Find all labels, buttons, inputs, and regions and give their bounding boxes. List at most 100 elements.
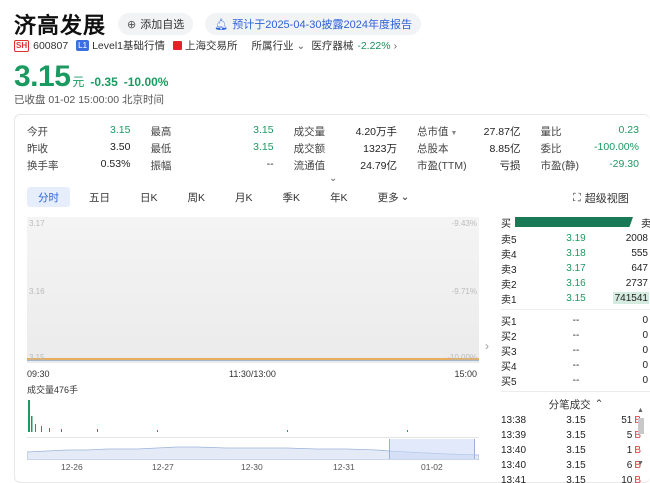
scroll-down-icon[interactable]: ▼ [637,460,644,467]
quote-panel: 今开 3.15 最高 3.15 成交量 4.20万手 总市值 ▼ 27.87亿 量比 0.23 昨收 3… [14,114,650,483]
y-label-left: 3.17 [29,219,45,228]
chevron-right-icon[interactable]: › [394,40,398,52]
tick-trades-toggle[interactable]: 分笔成交 ⌃ [501,395,650,413]
add-watchlist-button[interactable]: ⊕ 添加自选 [118,13,194,35]
volume-bar [97,429,98,432]
report-forecast-button[interactable]: 🔔︎ 预计于2025-04-30披露2024年度报告 [205,13,421,35]
orderbook-row: 买3 -- 0 [501,343,650,358]
range-navigator[interactable] [27,437,479,460]
tab-0[interactable]: 分时 [27,187,70,207]
quote-row: 换手率 0.53% 振幅 -- 流通值 24.79亿 市盈(TTM) 亏损 市盈(静) -29.3… [27,157,639,174]
quote-label: 成交额 [293,143,326,155]
tick-volume: 5B [596,430,641,441]
price-change: -0.35 [90,75,118,89]
super-view-button[interactable]: ⛶ 超级视图 [573,190,629,206]
volume-bar [287,430,288,432]
tab-5[interactable]: 季K [272,187,312,207]
tab-7[interactable]: 更多 ⌄ [367,187,421,207]
orderbook-price: 3.19 [566,233,586,244]
ticks-scrollbar[interactable]: ▲ ▼ [636,407,646,472]
chevron-down-icon[interactable]: ⌄ [297,40,306,52]
exchange-name: 上海交易所 [185,40,238,52]
exchange-badge: SH [14,39,30,52]
orderbook: 买 卖 卖5 3.19 2008 卖4 3.18 555 卖3 3.17 647 卖2 3.16 27… [501,213,650,483]
quote-value: 1323万 [363,143,398,155]
orderbook-price: -- [572,375,580,386]
quote-label: 总股本 [417,143,449,155]
quote-value: -- [266,158,274,170]
orderbook-name: 买4 [501,362,517,373]
x-label: 11:30/13:00 [229,369,276,379]
industry-pct: -2.22% [357,39,391,52]
add-watchlist-label: 添加自选 [140,19,185,31]
ratio-bar [515,217,633,227]
volume-bar [157,430,158,432]
quote-cell: 市盈(静) -29.30 [540,158,639,173]
orderbook-name: 卖4 [501,250,517,261]
level1-text[interactable]: Level1基础行情 [92,38,165,53]
price-display: 3.15 元 -0.35 -10.00% [14,60,168,94]
quote-value: 3.15 [253,124,274,136]
quote-row: 昨收 3.50 最低 3.15 成交额 1323万 总股本 8.85亿 委比 -100.00% [27,140,639,157]
tab-label: 年K [330,191,348,204]
report-forecast-label: 预计于2025-04-30披露2024年度报告 [232,19,412,31]
orderbook-price: 3.18 [566,248,586,259]
tick-time: 13:40 [501,460,527,471]
tick-time: 13:41 [501,475,527,483]
volume-bar [41,426,42,432]
current-price: 3.15 [14,60,71,93]
orderbook-row: 买4 -- 0 [501,358,650,373]
orderbook-vol: 0 [642,345,648,356]
tab-label: 周K [187,191,206,204]
intraday-chart[interactable]: 3.17 3.16 3.15 -9.43% -9.71% -10.00% 09:… [27,217,479,381]
tab-6[interactable]: 年K [319,187,359,207]
tick-time: 13:38 [501,415,527,426]
tick-price: 3.15 [566,460,586,471]
tick-volume-value: 1 [626,445,633,456]
orderbook-name: 买3 [501,347,517,358]
stock-code: 600807 [33,39,69,52]
orderbook-name: 卖5 [501,235,517,246]
quote-value: 3.50 [110,141,131,153]
stock-header: 济高发展 ⊕ 添加自选 🔔︎ 预计于2025-04-30披露2024年度报告 [14,8,421,40]
sell-label: 卖 [641,218,650,230]
navigator-selection-handle[interactable] [389,439,475,459]
collapse-orderbook-icon[interactable]: › [485,339,489,353]
dropdown-icon[interactable]: ▼ [451,130,458,137]
tick-price: 3.15 [566,445,586,456]
quote-cell: 市盈(TTM) 亏损 [417,158,520,173]
industry-value[interactable]: 医疗器械 [311,38,353,53]
scroll-thumb[interactable] [638,418,644,434]
tick-time: 13:39 [501,430,527,441]
quote-value: 0.53% [100,158,131,170]
market-status: 已收盘 01-02 15:00:00 北京时间 [14,94,164,106]
chevron-up-icon: ⌃ [594,398,604,410]
orderbook-name: 卖3 [501,265,517,276]
quote-value: 3.15 [253,141,274,153]
tab-3[interactable]: 周K [177,187,217,207]
tab-2[interactable]: 日K [129,187,169,207]
orderbook-row: 卖4 3.18 555 [501,246,650,261]
scroll-up-icon[interactable]: ▲ [637,407,644,414]
tab-1[interactable]: 五日 [78,187,121,207]
tick-price: 3.15 [566,430,586,441]
quote-cell: 总市值 ▼ 27.87亿 [417,124,520,139]
volume-bar [49,428,50,432]
quote-cell: 成交量 4.20万手 [294,124,397,139]
orderbook-price: 3.15 [566,293,586,304]
orderbook-row: 卖5 3.19 2008 [501,231,650,246]
expand-chevron-icon[interactable]: ⌄ [329,173,337,184]
volume-bar [28,400,30,432]
tick-volume: 1B [596,445,641,456]
x-label: 15:00 [454,369,477,379]
quote-cell: 总股本 8.85亿 [417,141,520,156]
tab-4[interactable]: 月K [224,187,264,207]
tick-volume-value: 6 [626,460,633,471]
industry-label[interactable]: 所属行业 [252,38,294,53]
orderbook-price: 3.17 [566,263,586,274]
quote-cell: 振幅 -- [150,158,273,173]
orderbook-vol: 0 [642,360,648,371]
tick-row: 13:38 3.15 51B [501,413,650,428]
quote-cell: 换手率 0.53% [27,158,130,173]
orderbook-row: 卖1 3.15 741541 [501,291,650,306]
